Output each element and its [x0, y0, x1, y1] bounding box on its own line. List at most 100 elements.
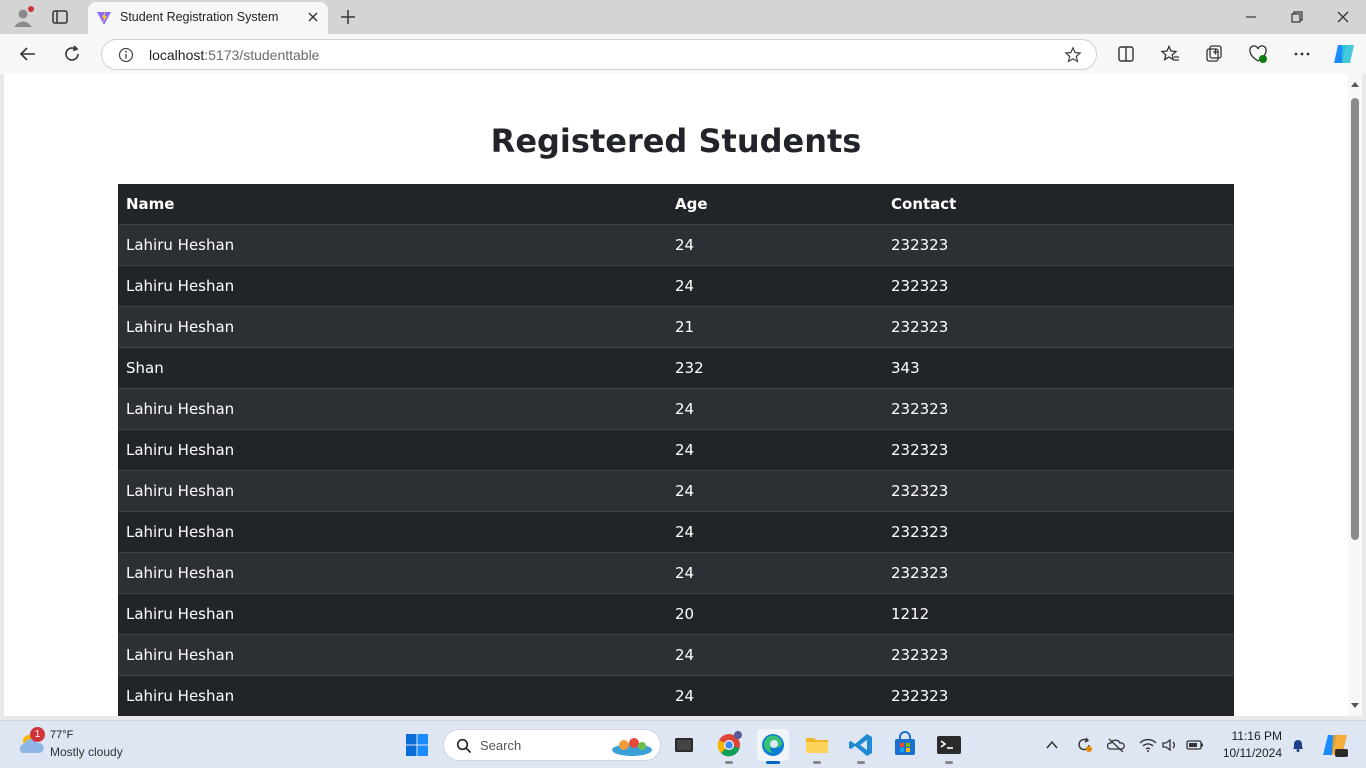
- show-hidden-icons-chevron-up-icon[interactable]: [1043, 737, 1061, 753]
- table-row: Lahiru Heshan 21 232323: [118, 306, 1234, 348]
- taskbar-app-terminal[interactable]: [933, 729, 965, 764]
- table-row: Lahiru Heshan 24 232323: [118, 470, 1234, 512]
- taskbar-app-terminal-dark[interactable]: [668, 729, 700, 761]
- cell-name: Lahiru Heshan: [118, 552, 667, 594]
- cell-contact: 232323: [883, 675, 1234, 716]
- favorites-icon[interactable]: [1160, 44, 1180, 64]
- cell-contact: 232323: [883, 388, 1234, 430]
- taskbar-app-vscode[interactable]: [845, 729, 877, 764]
- new-tab-icon[interactable]: [338, 7, 358, 27]
- search-highlight-art-icon: [612, 738, 652, 756]
- weather-alert-badge: 1: [30, 727, 45, 742]
- cell-contact: 232323: [883, 306, 1234, 348]
- cell-age: 24: [667, 388, 883, 430]
- scroll-up-arrow-icon[interactable]: [1350, 80, 1360, 90]
- minimize-icon[interactable]: [1242, 8, 1260, 26]
- profile-icon[interactable]: [12, 6, 34, 28]
- cell-name: Lahiru Heshan: [118, 511, 667, 553]
- split-screen-icon[interactable]: [1116, 44, 1136, 64]
- cell-contact: 232323: [883, 470, 1234, 512]
- favorite-star-icon[interactable]: [1064, 46, 1082, 64]
- cell-name: Lahiru Heshan: [118, 470, 667, 512]
- scrollbar-thumb[interactable]: [1351, 98, 1359, 540]
- copilot-icon[interactable]: [1332, 42, 1356, 66]
- task-view-icon: [675, 738, 693, 752]
- windows-start-icon[interactable]: [405, 733, 429, 757]
- wifi-icon[interactable]: [1139, 737, 1157, 753]
- weather-temperature[interactable]: 77°F: [50, 729, 73, 741]
- browser-titlebar: Student Registration System: [0, 0, 1366, 34]
- refresh-icon[interactable]: [62, 44, 82, 64]
- url-path: :5173/studenttable: [204, 47, 320, 63]
- clock-date[interactable]: 10/11/2024: [1223, 746, 1282, 760]
- clock-time[interactable]: 11:16 PM: [1232, 729, 1282, 743]
- terminal-icon: [937, 736, 961, 754]
- cell-age: 20: [667, 593, 883, 635]
- table-row: Lahiru Heshan 24 232323: [118, 552, 1234, 594]
- cell-contact: 232323: [883, 634, 1234, 676]
- more-options-icon[interactable]: [1292, 44, 1312, 64]
- weather-description[interactable]: Mostly cloudy: [50, 745, 123, 759]
- header-contact: Contact: [883, 184, 1234, 225]
- folder-icon: [806, 738, 828, 753]
- table-row: Lahiru Heshan 24 232323: [118, 634, 1234, 676]
- table-row: Shan 232 343: [118, 347, 1234, 389]
- cell-name: Lahiru Heshan: [118, 429, 667, 471]
- page-viewport: Registered Students Name Age Contact Lah…: [4, 74, 1348, 716]
- back-icon[interactable]: [18, 44, 38, 64]
- taskbar-app-file-explorer[interactable]: [801, 729, 833, 764]
- page-title: Registered Students: [490, 122, 862, 160]
- search-icon: [456, 738, 472, 754]
- cell-age: 24: [667, 470, 883, 512]
- browser-essentials-icon[interactable]: [1248, 44, 1268, 64]
- tab-active[interactable]: Student Registration System: [88, 2, 328, 34]
- site-info-icon[interactable]: [118, 47, 134, 63]
- table-row: Lahiru Heshan 24 232323: [118, 265, 1234, 307]
- onedrive-offline-icon[interactable]: [1107, 737, 1125, 753]
- cell-name: Lahiru Heshan: [118, 265, 667, 307]
- scroll-down-arrow-icon[interactable]: [1350, 700, 1360, 710]
- store-icon: [895, 731, 915, 755]
- notification-bell-icon[interactable]: [1290, 737, 1306, 753]
- vite-favicon-icon: [97, 11, 111, 25]
- table-row: Lahiru Heshan 20 1212: [118, 593, 1234, 635]
- cell-age: 24: [667, 224, 883, 266]
- close-window-icon[interactable]: [1334, 8, 1352, 26]
- copilot-taskbar-icon[interactable]: [1321, 731, 1349, 759]
- cell-age: 24: [667, 265, 883, 307]
- volume-icon[interactable]: [1161, 737, 1179, 753]
- close-tab-icon[interactable]: [306, 10, 320, 24]
- cell-age: 24: [667, 552, 883, 594]
- restore-icon[interactable]: [1288, 8, 1306, 26]
- taskbar-search[interactable]: Search: [443, 729, 661, 761]
- table-row: Lahiru Heshan 24 232323: [118, 224, 1234, 266]
- taskbar-app-chrome[interactable]: [713, 729, 745, 764]
- vertical-scrollbar[interactable]: [1348, 74, 1362, 716]
- tab-title: Student Registration System: [120, 10, 279, 24]
- chrome-icon: [717, 731, 742, 757]
- cell-name: Shan: [118, 347, 667, 389]
- taskbar-app-store[interactable]: [889, 729, 921, 761]
- cell-contact: 343: [883, 347, 1234, 389]
- cell-name: Lahiru Heshan: [118, 306, 667, 348]
- url-text[interactable]: localhost:5173/studenttable: [149, 47, 319, 63]
- collections-icon[interactable]: [1204, 44, 1224, 64]
- header-age: Age: [667, 184, 883, 225]
- cell-age: 232: [667, 347, 883, 389]
- browser-toolbar: localhost:5173/studenttable: [0, 34, 1366, 74]
- cell-name: Lahiru Heshan: [118, 224, 667, 266]
- battery-icon[interactable]: [1186, 737, 1204, 753]
- taskbar-app-edge[interactable]: [757, 729, 789, 764]
- tab-actions-icon[interactable]: [50, 7, 70, 27]
- cell-contact: 232323: [883, 224, 1234, 266]
- cell-age: 24: [667, 511, 883, 553]
- address-bar[interactable]: localhost:5173/studenttable: [101, 39, 1097, 70]
- cell-contact: 232323: [883, 265, 1234, 307]
- url-host: localhost: [149, 47, 205, 63]
- cell-name: Lahiru Heshan: [118, 634, 667, 676]
- sync-icon[interactable]: [1075, 737, 1093, 753]
- header-name: Name: [118, 184, 667, 225]
- table-row: Lahiru Heshan 24 232323: [118, 429, 1234, 471]
- table-row: Lahiru Heshan 24 232323: [118, 511, 1234, 553]
- table-header-row: Name Age Contact: [118, 184, 1234, 225]
